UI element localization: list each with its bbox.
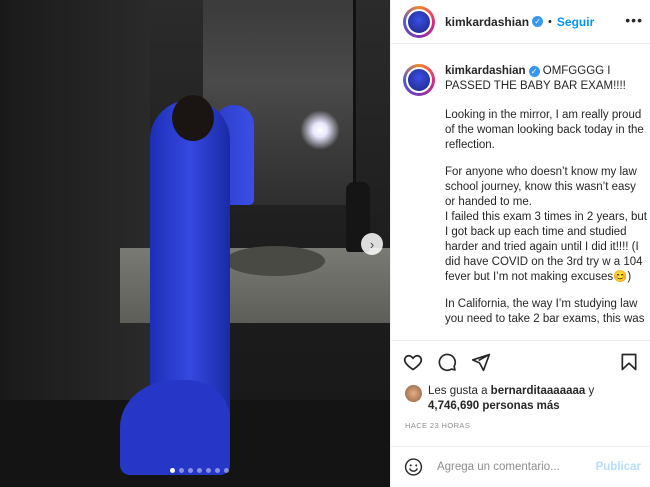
caption-paragraph: I failed this exam 3 times in 2 years, b…: [445, 211, 647, 283]
comment-input[interactable]: [434, 460, 596, 474]
likes-text: Les gusta a bernarditaaaaaaa y 4,746,690…: [428, 384, 594, 414]
like-button[interactable]: [401, 350, 425, 374]
publish-button[interactable]: Publicar: [596, 461, 641, 473]
comment-button[interactable]: [435, 350, 459, 374]
caption-paragraph: Looking in the mirror, I am really proud…: [445, 109, 644, 151]
likes-prefix: Les gusta a: [428, 385, 488, 397]
photo-figure-dress: [120, 380, 230, 475]
liked-by-user[interactable]: bernarditaaaaaaa: [491, 385, 586, 397]
photo-sink: [225, 246, 325, 276]
more-icon[interactable]: •••: [625, 12, 643, 28]
save-button[interactable]: [617, 350, 641, 374]
post-header: kimkardashian ✓ • Seguir •••: [391, 0, 650, 44]
carousel-dot: [179, 468, 184, 473]
comment-composer: Publicar: [391, 446, 650, 487]
chevron-right-icon: ›: [369, 236, 375, 252]
post-side-panel: kimkardashian ✓ • Seguir ••• kimkardashi…: [390, 0, 650, 487]
post-photo[interactable]: ›: [0, 0, 390, 487]
carousel-dot: [188, 468, 193, 473]
caption-headline-block: kimkardashian ✓ OMFGGGG I PASSED THE BABY…: [445, 64, 639, 96]
separator-dot: •: [548, 15, 552, 28]
photo-flash: [300, 110, 340, 150]
author-username[interactable]: kimkardashian: [445, 15, 529, 29]
caption-avatar-image: [406, 67, 432, 93]
photo-figure-head: [172, 95, 214, 141]
likes-summary: Les gusta a bernarditaaaaaaa y 4,746,690…: [405, 384, 645, 414]
emoji-icon[interactable]: [404, 457, 423, 477]
caption-avatar[interactable]: [403, 64, 435, 96]
post-timestamp[interactable]: HACE 23 HORAS: [405, 421, 470, 430]
likes-join: y: [588, 385, 595, 397]
share-button[interactable]: [469, 350, 493, 374]
verified-badge-icon: ✓: [528, 66, 540, 77]
heart-icon: [403, 354, 423, 370]
caption-paragraph: In California, the way I’m studying law …: [445, 298, 645, 325]
action-bar: [391, 340, 650, 382]
caption-row: kimkardashian ✓ OMFGGGG I PASSED THE BABY…: [391, 52, 650, 96]
carousel-dot: [215, 468, 220, 473]
bookmark-icon: [621, 353, 637, 370]
caption-body: Looking in the mirror, I am really proud…: [445, 108, 647, 327]
carousel-dot: [170, 468, 175, 473]
caption-paragraph: For anyone who doesn’t know my law schoo…: [445, 166, 637, 208]
carousel-dots: [170, 468, 229, 473]
liker-avatar[interactable]: [405, 385, 422, 402]
caption-area: kimkardashian ✓ OMFGGGG I PASSED THE BABY…: [391, 52, 650, 338]
send-icon: [471, 353, 491, 371]
carousel-dot: [206, 468, 211, 473]
carousel-next-button[interactable]: ›: [361, 233, 383, 255]
author-avatar[interactable]: [403, 5, 435, 38]
carousel-dot: [224, 468, 229, 473]
caption-username[interactable]: kimkardashian: [445, 65, 526, 77]
carousel-dot: [197, 468, 202, 473]
verified-badge-icon: ✓: [532, 16, 544, 27]
comment-icon: [438, 353, 457, 371]
likes-count[interactable]: 4,746,690 personas más: [428, 400, 560, 412]
author-avatar-image: [406, 8, 432, 35]
follow-button[interactable]: Seguir: [557, 15, 594, 29]
